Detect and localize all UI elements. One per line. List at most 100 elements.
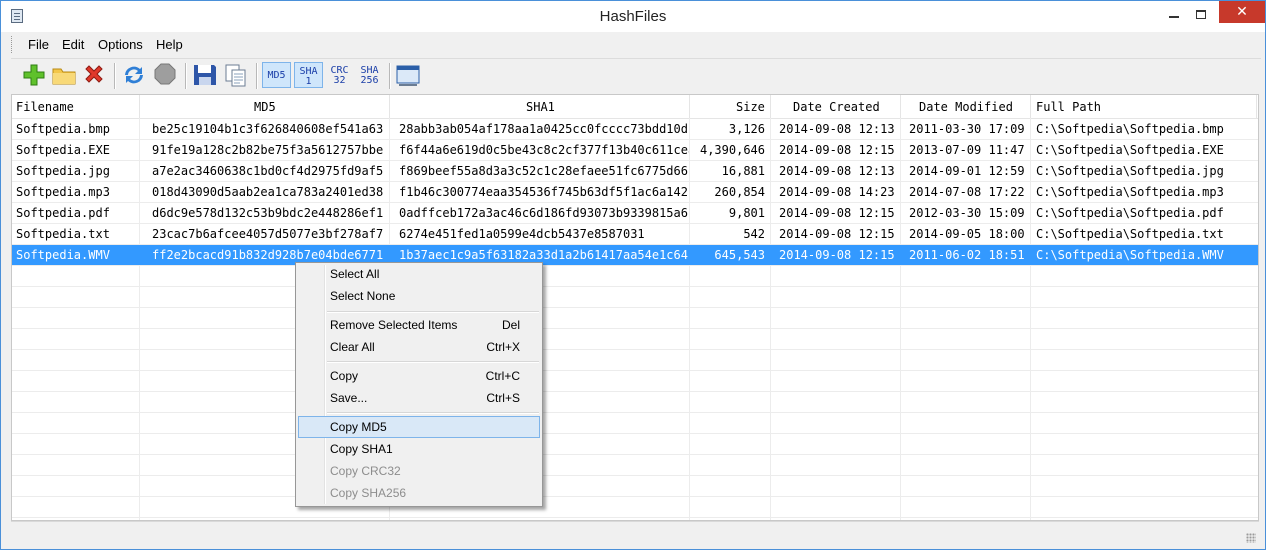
empty-row [12,350,1258,371]
toolbar-separator [256,63,258,89]
cell-sha1: f6f44a6e619d0c5be43c8c2cf377f13b40c611ce… [399,143,689,157]
add-files-button[interactable] [21,62,47,88]
column-divider[interactable] [770,95,771,118]
column-header-size[interactable]: Size [736,100,765,114]
cell-date-modified: 2013-07-09 11:47 [909,143,1025,157]
save-button[interactable] [192,62,218,88]
column-header-date-created[interactable]: Date Created [793,100,880,114]
cell-date-created: 2014-09-08 12:15 [779,227,895,241]
cell-md5: d6dc9e578d132c53b9bdc2e448286ef1 [152,206,384,220]
column-divider[interactable] [389,95,390,118]
close-button[interactable]: ✕ [1219,1,1265,23]
menu-item-label: Copy SHA256 [330,486,407,500]
menu-options[interactable]: Options [98,37,143,52]
cell-size: 542 [743,227,765,241]
menu-item-copy-sha1[interactable]: Copy SHA1 [298,438,540,460]
menu-item-save[interactable]: Save... Ctrl+S [298,387,540,409]
empty-row [12,497,1258,518]
menu-item-copy-md5[interactable]: Copy MD5 [298,416,540,438]
title-bar[interactable]: HashFiles ✕ [1,1,1265,32]
cell-date-modified: 2012-03-30 15:09 [909,206,1025,220]
column-divider[interactable] [139,95,140,118]
menu-file[interactable]: File [28,37,49,52]
cell-md5: a7e2ac3460638c1bd0cf4d2975fd9af5 [152,164,384,178]
cell-filename: Softpedia.jpg [16,164,110,178]
menubar-grip[interactable] [11,36,16,53]
cell-date-created: 2014-09-08 12:13 [779,164,895,178]
always-on-top-button[interactable] [395,62,421,88]
table-row[interactable]: Softpedia.pdf d6dc9e578d132c53b9bdc2e448… [12,203,1258,224]
cell-md5: 91fe19a128c2b82be75f3a5612757bbe [152,143,384,157]
window-title: HashFiles [599,8,667,25]
menu-separator [327,311,539,313]
add-folder-button[interactable] [51,62,77,88]
minimize-button[interactable] [1157,2,1191,30]
menu-item-select-all[interactable]: Select All [298,263,540,285]
menu-item-remove-selected[interactable]: Remove Selected Items Del [298,314,540,336]
menu-separator [327,412,539,414]
md5-toggle[interactable]: MD5 [262,62,291,88]
empty-row [12,329,1258,350]
cell-full-path: C:\Softpedia\Softpedia.EXE [1036,143,1224,157]
cell-size: 3,126 [728,122,765,136]
cell-filename: Softpedia.pdf [16,206,110,220]
menu-item-copy[interactable]: Copy Ctrl+C [298,365,540,387]
column-header-filename[interactable]: Filename [16,100,74,114]
file-list[interactable]: Filename MD5 SHA1 Size Date Created Date… [11,94,1259,521]
cell-full-path: C:\Softpedia\Softpedia.jpg [1036,164,1224,178]
sha256-toggle[interactable]: SHA 256 [355,62,384,88]
table-row[interactable]: Softpedia.mp3 018d43090d5aab2ea1ca783a24… [12,182,1258,203]
cell-date-modified: 2011-06-02 18:51 [909,248,1025,262]
table-row[interactable]: Softpedia.txt 23cac7b6afcee4057d5077e3bf… [12,224,1258,245]
toolbar-separator [185,63,187,89]
empty-row [12,434,1258,455]
cell-date-created: 2014-09-08 14:23 [779,185,895,199]
table-row[interactable]: Softpedia.bmp be25c19104b1c3f626840608ef… [12,119,1258,140]
cell-sha1: f1b46c300774eaa354536f745b63df5f1ac6a142 [399,185,688,199]
cell-size: 9,801 [728,206,765,220]
menu-item-shortcut: Ctrl+X [486,340,520,354]
table-row-selected[interactable]: Softpedia.WMV ff2e2bcacd91b832d928b7e04b… [12,245,1258,266]
plus-icon [23,64,45,86]
menu-item-shortcut: Ctrl+C [485,369,520,383]
cell-sha1: 0adffceb172a3ac46c6d186fd93073b9339815a6 [399,206,688,220]
toolbar-separator [389,63,391,89]
cell-size: 4,390,646 [699,143,765,157]
menu-item-select-none[interactable]: Select None [298,285,540,307]
cell-filename: Softpedia.EXE [16,143,110,157]
crc32-toggle[interactable]: CRC 32 [325,62,354,88]
stop-icon [154,63,176,85]
menu-help[interactable]: Help [156,37,183,52]
menu-item-label: Remove Selected Items [330,318,458,332]
column-header-md5[interactable]: MD5 [254,100,276,114]
column-divider[interactable] [1256,95,1257,118]
column-divider[interactable] [689,95,690,118]
table-row[interactable]: Softpedia.EXE 91fe19a128c2b82be75f3a5612… [12,140,1258,161]
resize-grip[interactable] [1246,533,1256,543]
cell-full-path: C:\Softpedia\Softpedia.txt [1036,227,1224,241]
menu-edit[interactable]: Edit [62,37,84,52]
empty-row [12,455,1258,476]
menu-item-copy-crc32: Copy CRC32 [298,460,540,482]
cell-size: 645,543 [714,248,765,262]
column-divider[interactable] [1030,95,1031,118]
remove-button[interactable] [81,62,107,88]
column-header-sha1[interactable]: SHA1 [526,100,555,114]
maximize-button[interactable] [1187,2,1217,30]
column-header-full-path[interactable]: Full Path [1036,100,1101,114]
cell-date-created: 2014-09-08 12:15 [779,206,895,220]
cell-md5: be25c19104b1c3f626840608ef541a63 [152,122,384,136]
column-divider[interactable] [900,95,901,118]
cell-sha1: 1b37aec1c9a5f63182a33d1a2b61417aa54e1c64 [399,248,688,262]
menu-item-clear-all[interactable]: Clear All Ctrl+X [298,336,540,358]
copy-button[interactable] [223,62,249,88]
refresh-button[interactable] [121,62,147,88]
table-row[interactable]: Softpedia.jpg a7e2ac3460638c1bd0cf4d2975… [12,161,1258,182]
sha1-toggle[interactable]: SHA 1 [294,62,323,88]
column-header-date-modified[interactable]: Date Modified [919,100,1013,114]
stop-button[interactable] [152,62,178,88]
cell-full-path: C:\Softpedia\Softpedia.bmp [1036,122,1224,136]
md5-toggle-label: MD5 [267,70,286,81]
cell-date-created: 2014-09-08 12:13 [779,122,895,136]
close-icon: ✕ [1236,4,1248,20]
